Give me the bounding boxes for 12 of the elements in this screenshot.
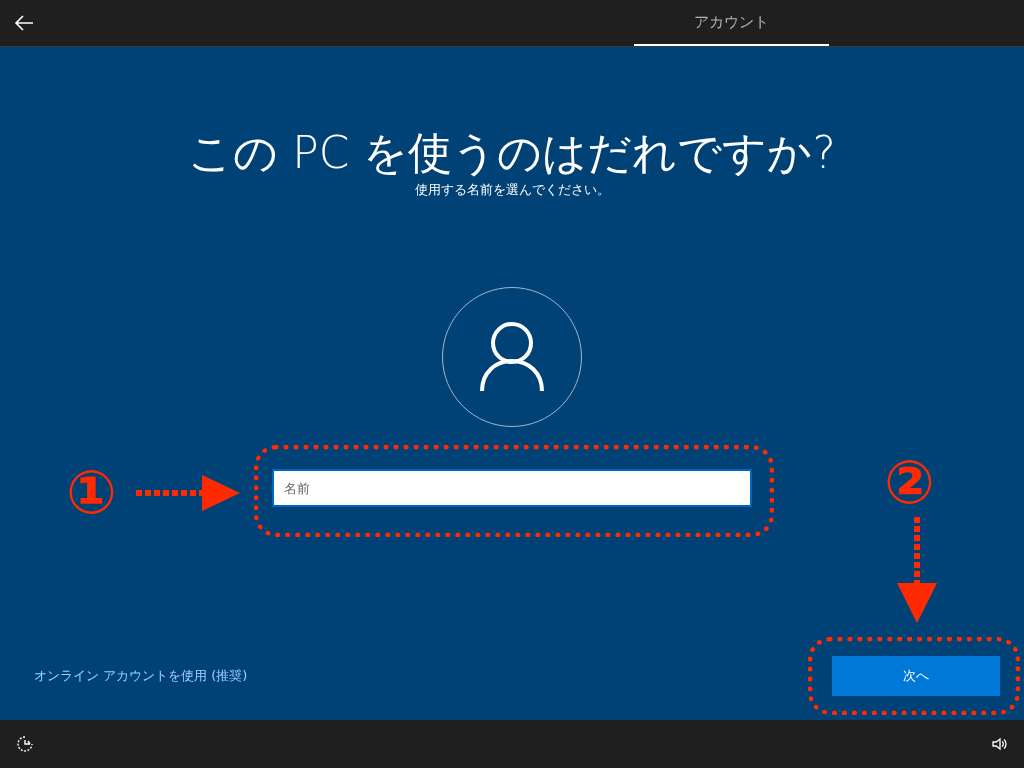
accessibility-clock-icon[interactable] bbox=[16, 735, 34, 753]
annotation-number: ① bbox=[66, 457, 117, 527]
page-title: この PC を使うのはだれですか? bbox=[188, 126, 836, 180]
volume-icon[interactable] bbox=[992, 737, 1008, 751]
next-button[interactable]: 次へ bbox=[832, 656, 1000, 696]
name-input-field[interactable]: 名前 bbox=[272, 469, 752, 507]
subtitle: 使用する名前を選んでください。 bbox=[414, 181, 610, 199]
annotation-number: ② bbox=[884, 447, 935, 517]
online-account-link[interactable]: オンライン アカウントを使用 (推奨) bbox=[34, 666, 248, 686]
back-arrow-icon bbox=[13, 15, 34, 31]
person-icon bbox=[479, 321, 545, 393]
tab[interactable]: アカウント bbox=[634, 0, 829, 46]
